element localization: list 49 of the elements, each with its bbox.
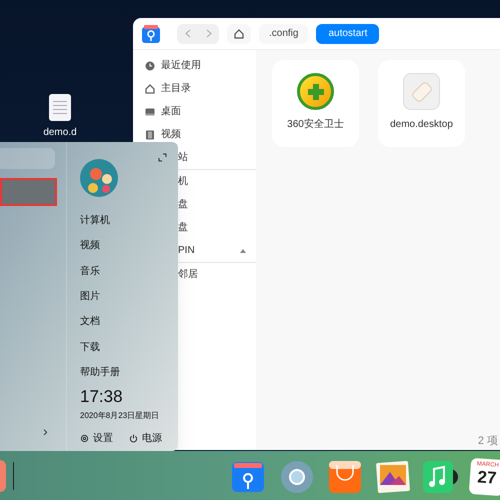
desktop-icon-label[interactable]: demo.d [43, 125, 77, 140]
menu-item[interactable]: 帮助手册 [80, 364, 120, 380]
settings-icon [80, 434, 89, 444]
tag-icon [403, 73, 440, 110]
sidebar-item[interactable]: 视频 [133, 123, 256, 146]
clock-date: 2020年8月23日星期日 [80, 410, 160, 422]
forward-icon [206, 29, 212, 38]
home-icon [234, 28, 244, 38]
menu-item[interactable]: 视频 [80, 238, 100, 254]
user-avatar[interactable] [80, 159, 118, 197]
sidebar-item[interactable]: PIN [178, 243, 195, 258]
clock-time: 17:38 [80, 387, 124, 408]
shopping-bag-app-icon[interactable] [328, 460, 362, 494]
breadcrumb-tab[interactable]: .config [259, 24, 308, 44]
menu-item[interactable]: 下载 [80, 340, 100, 355]
home-button[interactable] [227, 24, 251, 44]
file-card[interactable]: 360安全卫士 [272, 60, 359, 147]
sidebar-item[interactable]: 邻居 [178, 267, 198, 282]
photos-app-icon[interactable] [375, 460, 411, 494]
sidebar-item[interactable]: 站 [178, 150, 188, 165]
music-app-icon[interactable] [422, 460, 458, 494]
menu-item[interactable]: 计算机 [80, 213, 110, 228]
folder-app-icon[interactable] [231, 460, 265, 494]
sidebar-item[interactable]: 盘 [178, 220, 188, 235]
expand-icon[interactable] [158, 153, 167, 162]
desktop-icon [145, 106, 155, 116]
sidebar-item[interactable]: 盘 [178, 197, 188, 212]
eject-icon[interactable] [240, 248, 246, 252]
document-icon[interactable] [49, 94, 71, 121]
power-button[interactable]: 电源 [129, 431, 162, 446]
clock-icon [145, 60, 155, 70]
sidebar-item[interactable]: 主目录 [133, 77, 256, 100]
file-card[interactable]: demo.desktop [378, 60, 465, 147]
sidebar-item[interactable]: 最近使用 [133, 54, 256, 77]
sidebar-item[interactable]: 桌面 [133, 100, 256, 123]
file-manager-logo-icon [141, 24, 161, 44]
power-icon [129, 434, 138, 444]
menu-item[interactable]: 图片 [80, 289, 100, 304]
video-icon [145, 130, 155, 140]
sidebar-item[interactable]: 机 [178, 174, 188, 189]
menu-item[interactable]: 音乐 [80, 264, 100, 279]
menu-item[interactable]: 文档 [80, 314, 100, 330]
back-icon [184, 29, 190, 38]
home-icon [145, 84, 155, 94]
settings-button[interactable]: 设置 [80, 431, 113, 446]
browser-app-icon[interactable] [280, 460, 314, 494]
item-count-text: 2 项 [478, 434, 498, 448]
search-field[interactable] [0, 148, 55, 169]
breadcrumb-tab[interactable]: autostart [316, 24, 380, 44]
